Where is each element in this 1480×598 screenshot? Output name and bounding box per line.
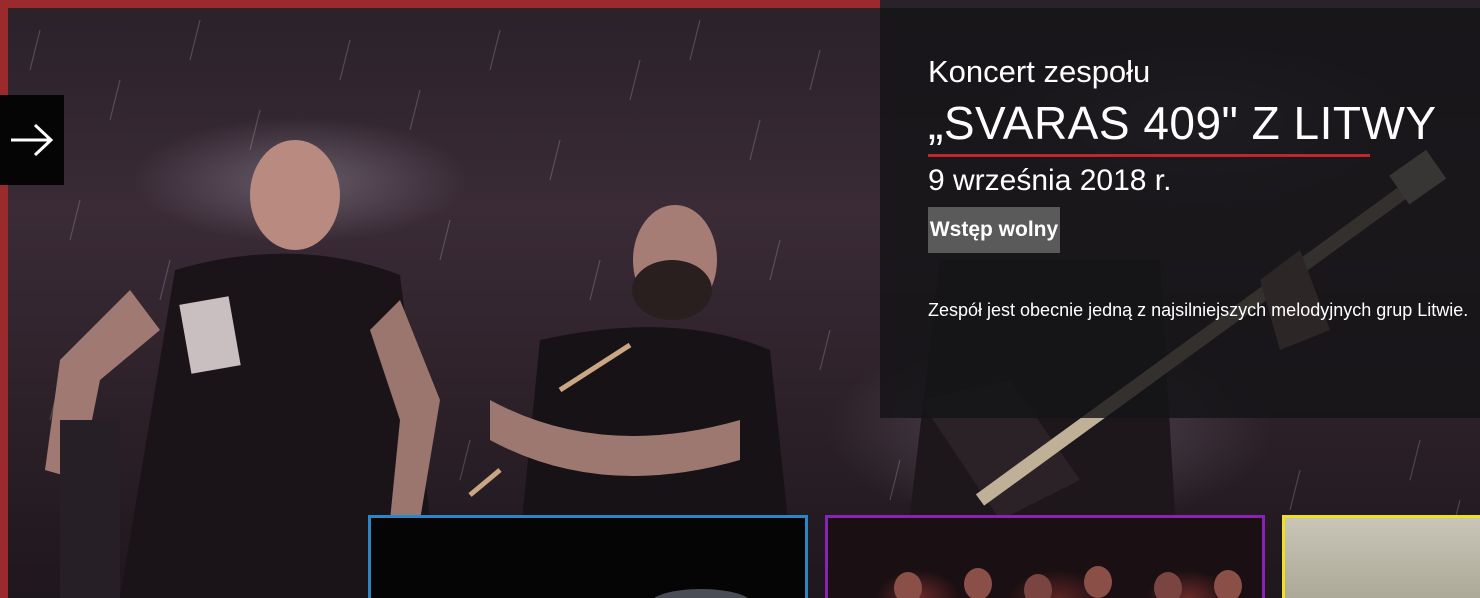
frame-left-border: [0, 0, 8, 598]
admission-badge: Wstęp wolny: [928, 207, 1060, 253]
slider-next-button[interactable]: [0, 95, 64, 185]
event-info-panel: Koncert zespołu „SVARAS 409" Z LITWY 9 w…: [880, 8, 1480, 418]
hero-slider: Koncert zespołu „SVARAS 409" Z LITWY 9 w…: [0, 0, 1480, 598]
event-tile-3[interactable]: [1282, 515, 1480, 598]
event-overline: Koncert zespołu: [928, 54, 1151, 89]
frame-top-border: [0, 0, 880, 8]
event-description: Zespół jest obecnie jedną z najsilniejsz…: [928, 300, 1469, 320]
arrow-right-icon: [11, 123, 54, 157]
band-member-middle: [468, 205, 790, 540]
event-tile-1[interactable]: [368, 515, 808, 598]
event-tile-2[interactable]: [825, 515, 1265, 598]
event-headline[interactable]: „SVARAS 409" Z LITWY: [928, 96, 1437, 150]
tile-1-thumbnail: [654, 589, 748, 598]
headline-underline: [928, 154, 1370, 157]
tile-2-thumbnail: [894, 566, 1242, 598]
event-date: 9 września 2018 r.: [928, 164, 1172, 197]
